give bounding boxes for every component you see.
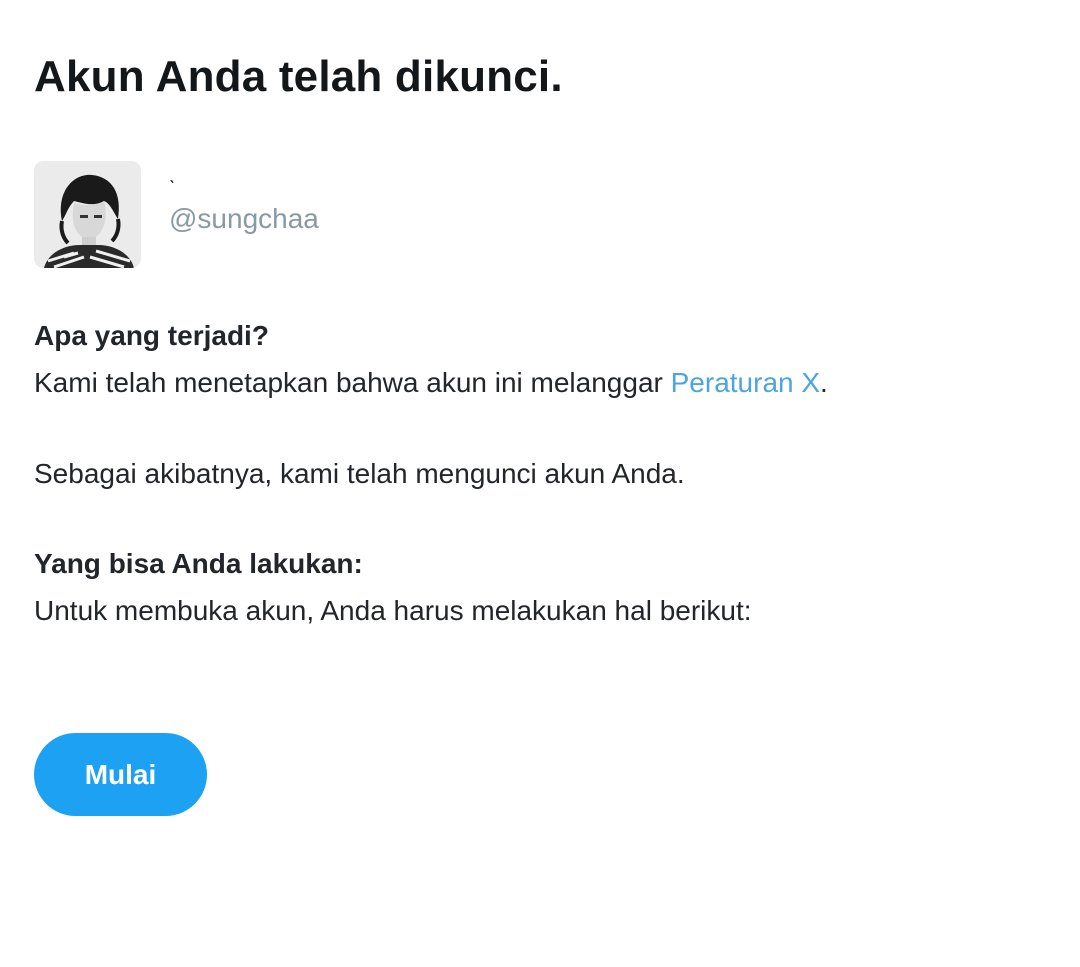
what-you-can-do-heading: Yang bisa Anda lakukan: (34, 548, 363, 579)
start-button[interactable]: Mulai (34, 733, 207, 816)
violation-text: Kami telah menetapkan bahwa akun ini mel… (34, 366, 828, 400)
unlock-instructions-text: Untuk membuka akun, Anda harus melakukan… (34, 595, 752, 626)
violation-text-start: Kami telah menetapkan bahwa akun ini mel… (34, 367, 671, 398)
what-happened-heading: Apa yang terjadi? (34, 320, 269, 351)
rules-link[interactable]: Peraturan X (671, 367, 820, 398)
avatar (34, 161, 141, 268)
profile-handle: @sungchaa (169, 203, 319, 234)
consequence-text: Sebagai akibatnya, kami telah mengunci a… (34, 458, 685, 489)
profile-card: ˎ @sungchaa (34, 161, 534, 268)
profile-display-name: ˎ (169, 162, 176, 184)
violation-text-end: . (820, 367, 828, 398)
page-title: Akun Anda telah dikunci. (34, 52, 563, 101)
avatar-photo (34, 161, 141, 268)
